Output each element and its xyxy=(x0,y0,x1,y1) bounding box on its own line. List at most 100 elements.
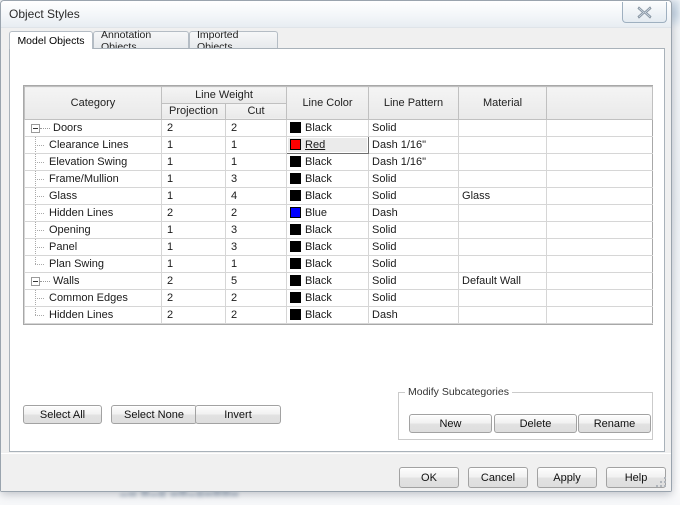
cell-cut[interactable]: 3 xyxy=(224,170,288,188)
cell-line-color[interactable]: Black xyxy=(286,289,370,307)
cell-line-color[interactable]: Blue xyxy=(286,204,370,222)
apply-button[interactable]: Apply xyxy=(537,467,597,488)
cell-cut[interactable]: 5 xyxy=(224,272,288,290)
cell-line-pattern[interactable]: Solid xyxy=(368,238,460,256)
col-header-category[interactable]: Category xyxy=(24,86,162,120)
tree-collapse-icon[interactable] xyxy=(31,276,40,286)
cell-category[interactable]: Clearance Lines xyxy=(24,136,162,154)
cell-category[interactable]: Glass xyxy=(24,187,162,205)
cell-projection[interactable]: 1 xyxy=(161,238,226,256)
table-row[interactable]: Clearance Lines 1 1 Red Dash 1/16" xyxy=(24,136,653,154)
cell-material[interactable] xyxy=(458,255,548,273)
cell-projection[interactable]: 1 xyxy=(161,187,226,205)
ok-button[interactable]: OK xyxy=(399,467,459,488)
cell-line-color[interactable]: Black xyxy=(286,119,370,137)
cell-material[interactable] xyxy=(458,153,548,171)
cell-line-color[interactable]: Black xyxy=(286,170,370,188)
cell-projection[interactable]: 1 xyxy=(161,221,226,239)
cell-line-pattern[interactable]: Solid xyxy=(368,221,460,239)
cell-category[interactable]: Opening xyxy=(24,221,162,239)
cell-category[interactable]: Walls xyxy=(24,272,162,290)
table-row[interactable]: Elevation Swing 1 1 Black Dash 1/16" xyxy=(24,153,653,171)
col-header-trailing[interactable] xyxy=(546,86,654,120)
cell-projection[interactable]: 2 xyxy=(161,204,226,222)
cell-line-color[interactable]: Black xyxy=(286,306,370,324)
invert-selection-button[interactable]: Invert xyxy=(195,405,281,424)
cell-line-pattern[interactable]: Solid xyxy=(368,170,460,188)
col-header-line-pattern[interactable]: Line Pattern xyxy=(368,86,460,120)
cell-category[interactable]: Hidden Lines xyxy=(24,204,162,222)
cell-projection[interactable]: 1 xyxy=(161,153,226,171)
cell-material[interactable] xyxy=(458,221,548,239)
cell-material[interactable] xyxy=(458,306,548,324)
cell-line-pattern[interactable]: Solid xyxy=(368,272,460,290)
cell-cut[interactable]: 1 xyxy=(224,153,288,171)
cell-projection[interactable]: 2 xyxy=(161,272,226,290)
cell-line-pattern[interactable]: Solid xyxy=(368,255,460,273)
cell-cut[interactable]: 1 xyxy=(224,255,288,273)
cell-category[interactable]: Panel xyxy=(24,238,162,256)
tab-imported-objects[interactable]: Imported Objects xyxy=(189,29,278,53)
select-all-button[interactable]: Select All xyxy=(23,405,102,424)
cell-material[interactable] xyxy=(458,238,548,256)
cell-material[interactable]: Default Wall xyxy=(458,272,548,290)
table-row[interactable]: Doors 2 2 Black Solid xyxy=(24,119,653,137)
cell-line-color[interactable]: Black xyxy=(286,153,370,171)
resize-grip[interactable] xyxy=(656,477,668,489)
cell-category[interactable]: Plan Swing xyxy=(24,255,162,273)
cell-line-color[interactable]: Black xyxy=(286,272,370,290)
table-row[interactable]: Hidden Lines 2 2 Black Dash xyxy=(24,306,653,324)
table-row[interactable]: Panel 1 3 Black Solid xyxy=(24,238,653,256)
cell-line-color[interactable]: Red xyxy=(286,136,370,154)
rename-subcategory-button[interactable]: Rename xyxy=(578,414,651,433)
table-row[interactable]: Plan Swing 1 1 Black Solid xyxy=(24,255,653,273)
table-row[interactable]: Frame/Mullion 1 3 Black Solid xyxy=(24,170,653,188)
col-header-line-color[interactable]: Line Color xyxy=(286,86,370,120)
cell-line-color[interactable]: Black xyxy=(286,221,370,239)
table-row[interactable]: Common Edges 2 2 Black Solid xyxy=(24,289,653,307)
cell-cut[interactable]: 4 xyxy=(224,187,288,205)
cell-line-pattern[interactable]: Dash xyxy=(368,306,460,324)
cell-material[interactable] xyxy=(458,119,548,137)
cell-cut[interactable]: 3 xyxy=(224,221,288,239)
cell-material[interactable] xyxy=(458,289,548,307)
cell-cut[interactable]: 2 xyxy=(224,289,288,307)
table-row[interactable]: Opening 1 3 Black Solid xyxy=(24,221,653,239)
cell-projection[interactable]: 2 xyxy=(161,289,226,307)
cell-cut[interactable]: 2 xyxy=(224,204,288,222)
cell-line-color[interactable]: Black xyxy=(286,187,370,205)
cell-category[interactable]: Frame/Mullion xyxy=(24,170,162,188)
cell-projection[interactable]: 2 xyxy=(161,119,226,137)
select-none-button[interactable]: Select None xyxy=(111,405,197,424)
cell-category[interactable]: Doors xyxy=(24,119,162,137)
col-header-material[interactable]: Material xyxy=(458,86,548,120)
tab-model-objects[interactable]: Model Objects xyxy=(9,31,93,49)
cell-line-color[interactable]: Black xyxy=(286,255,370,273)
cell-line-pattern[interactable]: Solid xyxy=(368,187,460,205)
cell-line-pattern[interactable]: Dash xyxy=(368,204,460,222)
table-row[interactable]: Walls 2 5 Black Solid Default Wall xyxy=(24,272,653,290)
new-subcategory-button[interactable]: New xyxy=(409,414,492,433)
close-button[interactable] xyxy=(622,2,667,23)
cell-material[interactable] xyxy=(458,204,548,222)
cell-material[interactable] xyxy=(458,170,548,188)
cell-cut[interactable]: 2 xyxy=(224,306,288,324)
cell-cut[interactable]: 3 xyxy=(224,238,288,256)
cell-line-pattern[interactable]: Solid xyxy=(368,119,460,137)
cell-projection[interactable]: 1 xyxy=(161,255,226,273)
cell-projection[interactable]: 1 xyxy=(161,170,226,188)
cell-category[interactable]: Elevation Swing xyxy=(24,153,162,171)
cancel-button[interactable]: Cancel xyxy=(468,467,528,488)
cell-category[interactable]: Hidden Lines xyxy=(24,306,162,324)
cell-cut[interactable]: 1 xyxy=(224,136,288,154)
delete-subcategory-button[interactable]: Delete xyxy=(494,414,577,433)
table-row[interactable]: Glass 1 4 Black Solid Glass xyxy=(24,187,653,205)
cell-category[interactable]: Common Edges xyxy=(24,289,162,307)
cell-line-pattern[interactable]: Dash 1/16" xyxy=(368,136,460,154)
tab-annotation-objects[interactable]: Annotation Objects xyxy=(93,29,189,53)
cell-line-color[interactable]: Black xyxy=(286,238,370,256)
cell-line-pattern[interactable]: Solid xyxy=(368,289,460,307)
cell-line-pattern[interactable]: Dash 1/16" xyxy=(368,153,460,171)
cell-projection[interactable]: 2 xyxy=(161,306,226,324)
tree-collapse-icon[interactable] xyxy=(31,123,40,133)
